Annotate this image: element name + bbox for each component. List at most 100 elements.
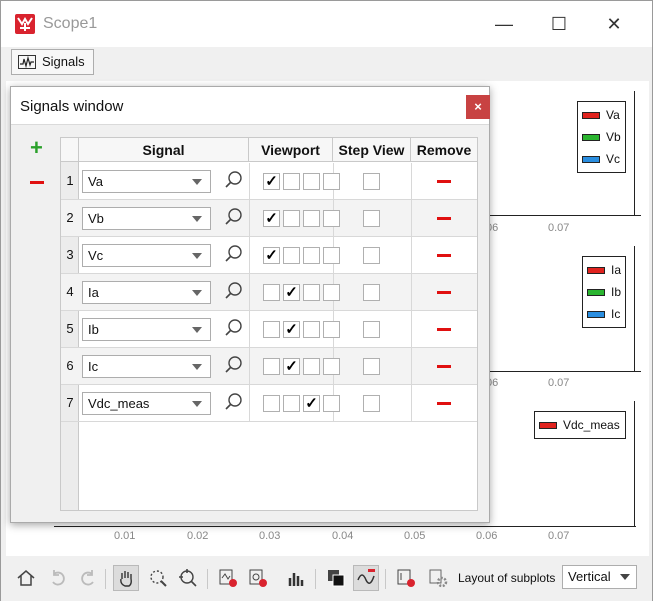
viewport-checkbox-4[interactable] [323,284,340,301]
search-icon[interactable] [223,354,245,376]
search-icon[interactable] [223,169,245,191]
signal-select[interactable]: Ic [82,355,211,378]
signals-dialog-title-bar[interactable]: Signals window × [11,87,490,125]
viewport-checkbox-4[interactable] [323,395,340,412]
viewport-checkbox-4[interactable] [323,358,340,375]
column-header-step-view[interactable]: Step View [333,138,411,162]
column-divider [249,311,250,347]
signal-select[interactable]: Ia [82,281,211,304]
layout-select-value: Vertical [568,569,611,584]
step-view-checkbox[interactable] [363,247,380,264]
step-view-checkbox[interactable] [363,358,380,375]
export-signal-icon[interactable] [215,565,241,591]
viewport-checkbox-2[interactable]: ✓ [283,358,300,375]
signal-select[interactable]: Vc [82,244,211,267]
viewport-checkbox-3[interactable] [303,321,320,338]
chevron-down-icon [192,327,202,333]
waveform-icon [18,55,36,69]
signal-select[interactable]: Va [82,170,211,193]
column-header-signal[interactable]: Signal [79,138,249,162]
search-icon[interactable] [223,243,245,265]
gear-icon[interactable] [425,565,451,591]
legend-swatch [539,421,557,429]
legend-label: Vc [606,152,621,166]
minimize-button[interactable]: — [481,9,527,39]
viewport-checkbox-1[interactable]: ✓ [263,173,280,190]
viewport-checkbox-1[interactable]: ✓ [263,247,280,264]
viewport-checkbox-3[interactable]: ✓ [303,395,320,412]
viewport-checkbox-3[interactable] [303,284,320,301]
remove-row-button[interactable] [437,217,451,220]
viewport-checkbox-2[interactable] [283,173,300,190]
viewport-checkbox-3[interactable] [303,358,320,375]
subplot1-x-axis [486,215,641,216]
legend-label: Vb [606,130,621,144]
viewport-checkbox-2[interactable]: ✓ [283,321,300,338]
signals-button[interactable]: Signals [11,49,94,75]
viewport-checkbox-2[interactable]: ✓ [283,284,300,301]
export-image-icon[interactable] [245,565,271,591]
viewport-checkbox-1[interactable] [263,321,280,338]
column-header-remove[interactable]: Remove [411,138,477,162]
row-number: 5 [66,321,74,336]
remove-signal-button[interactable] [30,181,44,184]
zoom-region-icon[interactable] [145,565,171,591]
signal-select[interactable]: Vb [82,207,211,230]
bar-chart-icon[interactable] [283,565,309,591]
viewport-checkbox-1[interactable] [263,284,280,301]
redo-icon[interactable] [75,565,101,591]
step-view-checkbox[interactable] [363,284,380,301]
pan-hand-icon[interactable] [113,565,139,591]
search-icon[interactable] [223,317,245,339]
toolbar-separator [315,569,316,589]
search-icon[interactable] [223,391,245,413]
remove-row-button[interactable] [437,328,451,331]
signals-dialog-close-button[interactable]: × [466,95,490,119]
viewport-checkbox-1[interactable] [263,358,280,375]
close-window-button[interactable]: ✕ [591,9,637,39]
subplot1-right-border [634,91,635,215]
remove-row-button[interactable] [437,291,451,294]
step-view-checkbox[interactable] [363,173,380,190]
step-view-checkbox[interactable] [363,395,380,412]
remove-row-button[interactable] [437,180,451,183]
column-header-viewport[interactable]: Viewport [249,138,333,162]
signal-select-value: Ic [88,359,99,374]
tick-label: 0.07 [548,222,570,234]
legend-entry: Ib [587,281,621,303]
viewport-checkbox-2[interactable] [283,247,300,264]
row-number: 7 [66,395,74,410]
viewport-checkbox-2[interactable] [283,210,300,227]
signal-select[interactable]: Ib [82,318,211,341]
step-view-checkbox[interactable] [363,321,380,338]
step-view-checkbox[interactable] [363,210,380,227]
viewport-checkbox-1[interactable] [263,395,280,412]
search-icon[interactable] [223,280,245,302]
viewport-checkbox-4[interactable] [323,173,340,190]
viewport-checkbox-3[interactable] [303,247,320,264]
viewport-checkbox-1[interactable]: ✓ [263,210,280,227]
maximize-button[interactable]: ☐ [536,9,582,39]
viewport-checkbox-3[interactable] [303,173,320,190]
viewport-checkbox-3[interactable] [303,210,320,227]
viewport-checkbox-4[interactable] [323,247,340,264]
overlay-icon[interactable] [323,565,349,591]
layout-select[interactable]: Vertical [562,565,637,589]
viewport-checkbox-4[interactable] [323,210,340,227]
viewport-checkbox-4[interactable] [323,321,340,338]
legend-subplot2: Ia Ib Ic [582,256,626,328]
signal-toggle-icon[interactable] [353,565,379,591]
zoom-axis-icon[interactable] [175,565,201,591]
signal-select-value: Vc [88,248,104,263]
undo-icon[interactable] [45,565,71,591]
remove-row-button[interactable] [437,402,451,405]
viewport-checkbox-2[interactable] [283,395,300,412]
search-icon[interactable] [223,206,245,228]
cursor-settings-icon[interactable] [393,565,419,591]
chevron-down-icon [192,179,202,185]
remove-row-button[interactable] [437,254,451,257]
home-icon[interactable] [13,565,39,591]
add-signal-button[interactable]: + [30,137,43,159]
remove-row-button[interactable] [437,365,451,368]
signal-select[interactable]: Vdc_meas [82,392,211,415]
